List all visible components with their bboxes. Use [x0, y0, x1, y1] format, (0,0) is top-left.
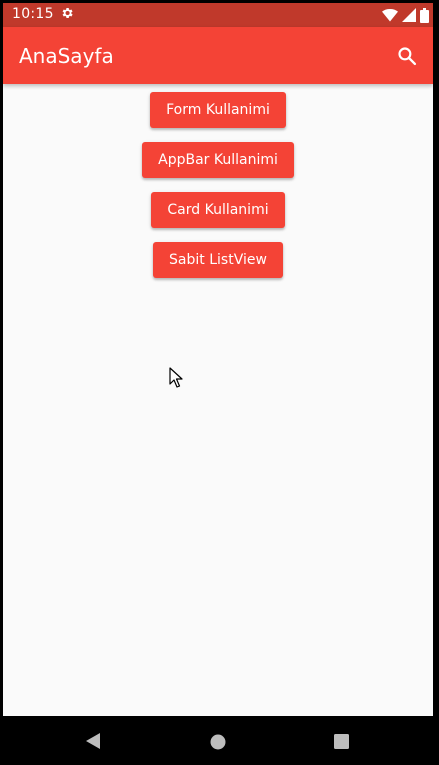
- status-time: 10:15: [12, 6, 54, 22]
- back-icon[interactable]: [85, 732, 101, 750]
- signal-icon: [402, 8, 416, 22]
- card-kullanimi-button[interactable]: Card Kullanimi: [151, 192, 285, 228]
- recents-icon[interactable]: [334, 734, 349, 749]
- phone-screen: 10:15 AnaSayfa Form Kullanimi AppBar Kul…: [3, 3, 433, 765]
- status-icons: [382, 7, 429, 23]
- wifi-icon: [382, 8, 398, 22]
- mouse-pointer-icon: [169, 367, 183, 388]
- page-title: AnaSayfa: [19, 44, 114, 68]
- search-icon: [398, 47, 417, 66]
- home-icon[interactable]: [210, 734, 226, 750]
- settings-gear-icon: [62, 7, 73, 19]
- form-kullanimi-button[interactable]: Form Kullanimi: [150, 92, 286, 128]
- search-button[interactable]: [387, 36, 427, 76]
- main-content: Form Kullanimi AppBar Kullanimi Card Kul…: [3, 84, 433, 716]
- sabit-listview-button[interactable]: Sabit ListView: [153, 242, 283, 278]
- app-bar: AnaSayfa: [3, 27, 433, 84]
- status-bar: 10:15: [3, 3, 433, 27]
- appbar-kullanimi-button[interactable]: AppBar Kullanimi: [142, 142, 294, 178]
- navigation-bar: [3, 716, 433, 765]
- battery-icon: [420, 7, 429, 23]
